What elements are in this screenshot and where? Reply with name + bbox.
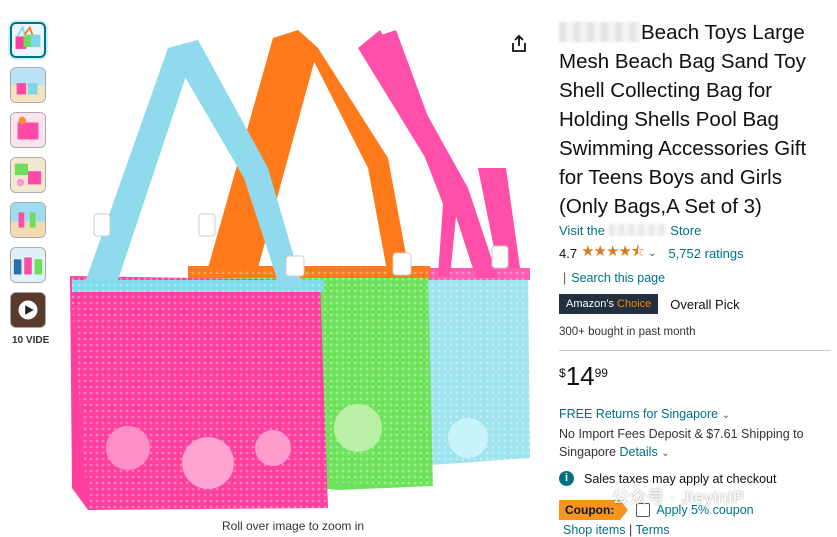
- thumbnail-bags[interactable]: [10, 22, 46, 58]
- share-icon[interactable]: [509, 34, 529, 54]
- chevron-down-icon: ⌄: [721, 410, 730, 421]
- search-this-page[interactable]: | Search this page: [559, 271, 831, 285]
- chevron-down-icon: ⌄: [661, 448, 670, 459]
- amazons-choice-row: Amazon's Choice Overall Pick: [559, 294, 831, 314]
- redacted-brand: [559, 22, 641, 42]
- divider: [559, 350, 831, 351]
- shipping-fees: No Import Fees Deposit & $7.61 Shipping …: [559, 427, 804, 459]
- zoom-hint: Roll over image to zoom in: [222, 519, 365, 533]
- redacted-store-name: [608, 224, 667, 236]
- video-count-label: 10 VIDE: [12, 335, 50, 346]
- watermark: 公众号 · JieyinIP: [612, 488, 745, 507]
- ratings-count-link[interactable]: 5,752 ratings: [668, 246, 743, 261]
- main-product-image[interactable]: [58, 18, 548, 514]
- overall-pick-label: Overall Pick: [670, 296, 740, 312]
- product-details: Beach Toys Large Mesh Beach Bag Sand Toy…: [559, 18, 831, 537]
- thumbnail-kids[interactable]: [10, 202, 46, 238]
- thumbnail-video[interactable]: [10, 292, 46, 328]
- rating-value: 4.7: [559, 246, 578, 261]
- terms-link[interactable]: Terms: [636, 523, 670, 537]
- thumbnail-shells[interactable]: [10, 157, 46, 193]
- shop-items-link[interactable]: Shop items: [563, 523, 626, 537]
- rating-row: 4.7 ★★★★⯪ ⌄ 5,752 ratings: [559, 241, 831, 266]
- star-rating-icon[interactable]: ★★★★⯪: [581, 241, 645, 266]
- thumbnail-pink-bag[interactable]: [10, 112, 46, 148]
- amazons-choice-badge: Amazon's Choice: [559, 294, 659, 314]
- info-icon[interactable]: i: [559, 471, 574, 486]
- free-returns-link[interactable]: FREE Returns for Singapore ⌄: [559, 407, 831, 421]
- thumbnail-beach[interactable]: [10, 67, 46, 103]
- price: $14 99: [559, 361, 608, 391]
- details-link[interactable]: Details: [619, 445, 657, 459]
- bought-past-month: 300+ bought in past month: [559, 326, 696, 338]
- thumbnail-strip: [10, 22, 52, 337]
- thumbnail-family[interactable]: [10, 247, 46, 283]
- coupon-links: Shop items | Terms: [563, 523, 670, 537]
- product-title: Beach Toys Large Mesh Beach Bag Sand Toy…: [559, 21, 807, 218]
- visit-store-link[interactable]: Visit the Store: [559, 223, 831, 238]
- chevron-down-icon[interactable]: ⌄: [648, 248, 656, 259]
